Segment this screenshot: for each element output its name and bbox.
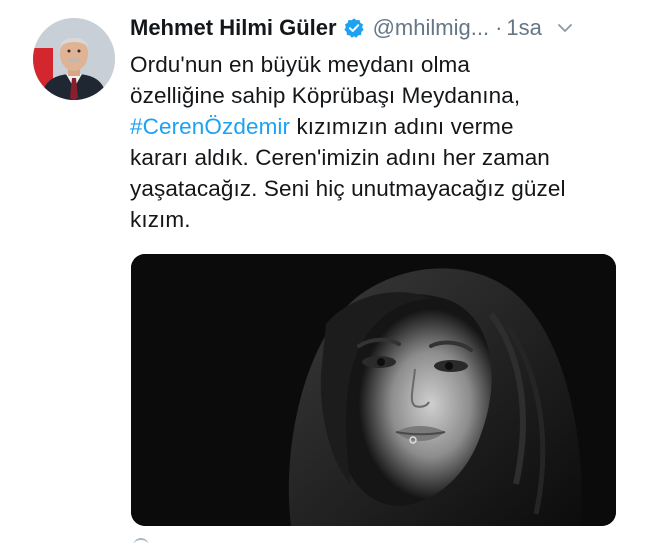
author-name[interactable]: Mehmet Hilmi Güler [130, 15, 337, 41]
hashtag-link[interactable]: #CerenÖzdemir [130, 114, 290, 139]
tweet-actions [131, 536, 616, 543]
tweet-text-part-1: Ordu'nun en büyük meydanı olma özelliğin… [130, 52, 521, 108]
verified-badge-icon [343, 17, 365, 39]
chevron-down-icon[interactable] [556, 19, 574, 37]
tweet-content: Mehmet Hilmi Güler @mhilmig... · 1sa Ord… [130, 10, 630, 235]
tweet-photo[interactable] [131, 254, 616, 526]
tweet: Mehmet Hilmi Güler @mhilmig... · 1sa Ord… [0, 0, 648, 543]
reply-icon[interactable] [133, 538, 149, 543]
tweet-timestamp[interactable]: 1sa [506, 15, 541, 41]
tweet-text: Ordu'nun en büyük meydanı olma özelliğin… [130, 49, 630, 235]
tweet-header: Mehmet Hilmi Güler @mhilmig... · 1sa [130, 10, 630, 46]
avatar[interactable] [33, 18, 115, 100]
separator-dot: · [495, 15, 503, 40]
author-handle[interactable]: @mhilmig... [373, 15, 489, 41]
